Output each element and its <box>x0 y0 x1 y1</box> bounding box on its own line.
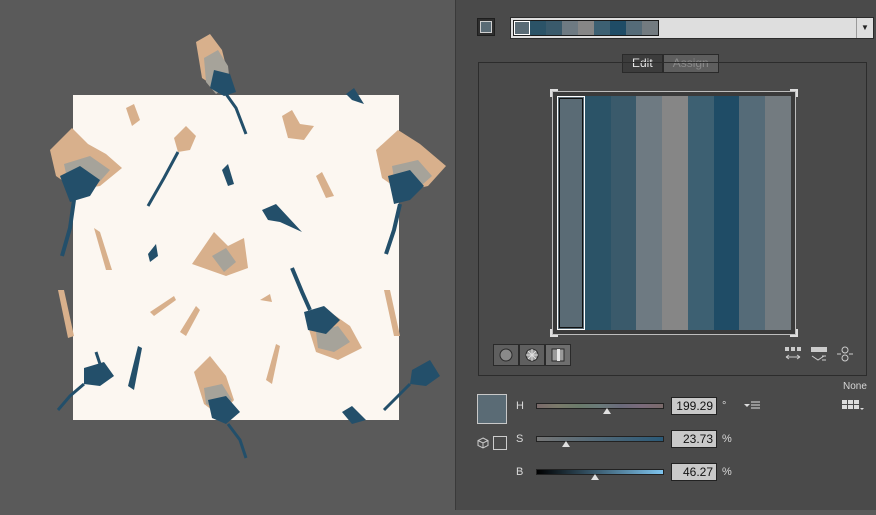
current-color-chip <box>480 21 492 33</box>
hue-slider-thumb[interactable] <box>602 408 611 414</box>
brightness-label: B <box>516 466 524 478</box>
color-group-chips <box>513 20 659 36</box>
corner-mark <box>550 329 558 337</box>
brightness-unit: % <box>722 466 732 478</box>
color-mode-menu-icon[interactable] <box>744 401 760 411</box>
color-strip[interactable] <box>687 96 714 330</box>
saturation-slider-row: S 23.73 % <box>516 430 816 450</box>
group-color-chip <box>562 21 578 35</box>
view-mode-buttons <box>493 344 571 366</box>
brightness-slider-row: B 46.27 % <box>516 463 816 483</box>
group-color-chip <box>530 21 546 35</box>
color-strip[interactable] <box>584 96 611 330</box>
recolor-artwork-panel: ▼ Edit Assign None H 199.29 ° S 23.73 % … <box>455 0 876 510</box>
color-strip[interactable] <box>765 96 792 330</box>
saturation-unit: % <box>722 433 732 445</box>
out-of-gamut-cube-icon[interactable] <box>477 437 489 449</box>
group-color-chip <box>642 21 658 35</box>
smooth-wheel-icon[interactable] <box>493 344 519 366</box>
group-color-chip <box>513 20 531 36</box>
selected-color-swatch[interactable] <box>477 394 507 424</box>
color-bars-icon[interactable] <box>545 344 571 366</box>
hue-unit: ° <box>722 400 727 412</box>
saturation-value-field[interactable]: 23.73 <box>671 430 717 448</box>
color-bars-view[interactable] <box>550 89 798 337</box>
segmented-wheel-icon[interactable] <box>519 344 545 366</box>
randomize-order-icon[interactable] <box>810 346 828 362</box>
hue-slider-track[interactable] <box>536 403 664 409</box>
group-color-chip <box>594 21 610 35</box>
color-strip[interactable] <box>636 96 663 330</box>
color-strips <box>557 96 792 330</box>
link-harmony-icon[interactable] <box>836 346 854 362</box>
color-tools <box>784 346 854 362</box>
color-group-selector[interactable]: ▼ <box>510 17 874 39</box>
hue-label: H <box>516 400 524 412</box>
brightness-slider-thumb[interactable] <box>591 474 600 480</box>
corner-mark <box>790 89 798 97</box>
dropdown-arrow-icon[interactable]: ▼ <box>856 18 873 38</box>
saturation-label: S <box>516 433 524 445</box>
edit-color-area <box>478 62 867 376</box>
corner-mark <box>790 329 798 337</box>
group-color-chip <box>610 21 626 35</box>
color-reduction-options-icon[interactable] <box>842 398 864 412</box>
saturation-slider-track[interactable] <box>536 436 664 442</box>
group-color-chip <box>578 21 594 35</box>
brightness-value-field[interactable]: 46.27 <box>671 463 717 481</box>
artboard-canvas[interactable] <box>0 0 455 510</box>
color-strip[interactable] <box>713 96 740 330</box>
hue-value-field[interactable]: 199.29 <box>671 397 717 415</box>
color-strip[interactable] <box>739 96 766 330</box>
hue-slider-row: H 199.29 ° <box>516 397 816 417</box>
group-color-chip <box>626 21 642 35</box>
group-color-chip <box>546 21 562 35</box>
color-strip[interactable] <box>610 96 637 330</box>
swatch-extra-icons <box>477 436 507 450</box>
brightness-slider-track[interactable] <box>536 469 664 475</box>
color-strip[interactable] <box>662 96 688 330</box>
current-color-swatch[interactable] <box>477 18 495 36</box>
recolor-option-label: None <box>843 381 867 392</box>
pattern-artwork <box>50 34 446 459</box>
color-strip[interactable] <box>557 96 585 330</box>
web-safe-swatch-icon[interactable] <box>493 436 507 450</box>
saturation-slider-thumb[interactable] <box>562 441 571 447</box>
redistribute-icon[interactable] <box>784 346 802 362</box>
